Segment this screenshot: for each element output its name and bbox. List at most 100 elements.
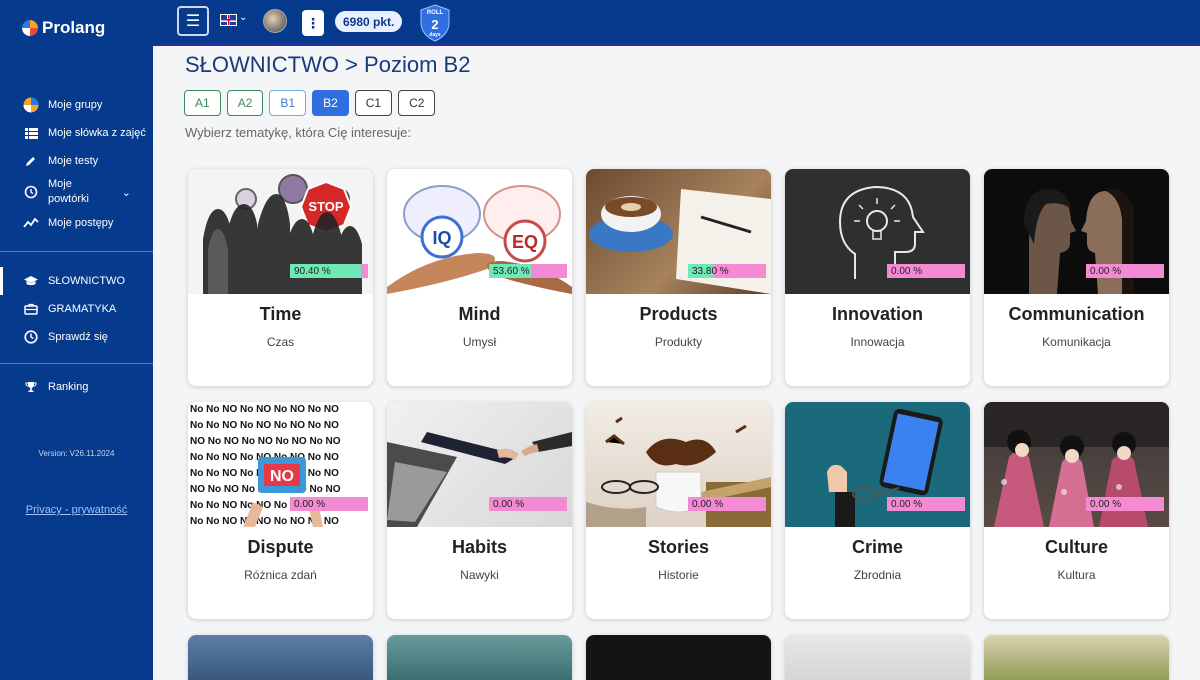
hamburger-menu-button[interactable]: ☰ bbox=[177, 6, 209, 36]
level-button-b2[interactable]: B2 bbox=[312, 90, 349, 116]
progress-badge: 0.00 % bbox=[887, 497, 965, 511]
topic-card-partial[interactable] bbox=[586, 635, 771, 680]
topic-translation: Komunikacja bbox=[1042, 335, 1111, 349]
roll-value: 2 bbox=[431, 17, 439, 32]
svg-text:No No NO No NO No NO No NO: No No NO No NO No NO No NO bbox=[190, 404, 339, 415]
topic-image-culture: 0.00 % bbox=[984, 402, 1169, 527]
sidebar-item-moje-postepy[interactable]: Moje postępy bbox=[0, 209, 153, 237]
topic-image-stories: 0.00 % bbox=[586, 402, 771, 527]
level-button-a1[interactable]: A1 bbox=[184, 90, 221, 116]
sidebar-item-moje-grupy[interactable]: Moje grupy bbox=[0, 91, 153, 119]
topic-name: Innovation bbox=[832, 304, 923, 324]
topic-name: Communication bbox=[1008, 304, 1145, 324]
logo[interactable]: Prolang bbox=[22, 18, 105, 38]
topic-image-crime: 0.00 % bbox=[785, 402, 970, 527]
level-button-c2[interactable]: C2 bbox=[398, 90, 436, 116]
topic-image-products: 33.80 % bbox=[586, 169, 771, 294]
topic-card-crime[interactable]: 0.00 % Crime Zbrodnia bbox=[785, 402, 970, 619]
sidebar-item-moje-powtorki[interactable]: Moje powtórki ⌄ bbox=[0, 175, 153, 209]
sidebar-item-moje-slowka[interactable]: Moje słówka z zajęć bbox=[0, 119, 153, 147]
roll-label: ROLL bbox=[426, 10, 444, 16]
sidebar-item-gramatyka[interactable]: GRAMATYKA bbox=[0, 295, 153, 323]
topic-translation: Różnica zdań bbox=[244, 568, 317, 582]
topic-translation: Innowacja bbox=[850, 335, 905, 349]
topic-image-communication: 0.00 % bbox=[984, 169, 1169, 294]
topic-image-time: STOP 90.40 % bbox=[188, 169, 373, 294]
topic-translation: Umysł bbox=[462, 335, 497, 349]
sidebar-item-moje-testy[interactable]: Moje testy bbox=[0, 147, 153, 175]
topic-card-dispute[interactable]: No No NO No NO No NO No NO No No NO No N… bbox=[188, 402, 373, 619]
svg-text:NO: NO bbox=[270, 468, 294, 485]
topic-name: Stories bbox=[647, 537, 710, 557]
history-icon bbox=[22, 185, 40, 199]
uk-flag-icon[interactable] bbox=[220, 14, 237, 26]
svg-text:NO No NO No NO No NO No NO: NO No NO No NO No NO No NO bbox=[190, 436, 341, 447]
svg-text:No No NO No NO No NO No NO: No No NO No NO No NO No NO bbox=[190, 420, 339, 431]
pencil-icon bbox=[22, 155, 40, 167]
topic-card-time[interactable]: STOP 90.40 % Time Czas bbox=[188, 169, 373, 386]
avatar[interactable] bbox=[263, 9, 287, 33]
topic-name: Culture bbox=[1045, 537, 1108, 557]
topic-card-partial[interactable] bbox=[785, 635, 970, 680]
topic-translation: Produkty bbox=[654, 335, 703, 349]
topic-card-habits[interactable]: 0.00 % Habits Nawyki bbox=[387, 402, 572, 619]
topic-image-partial bbox=[984, 635, 1169, 680]
topic-translation: Kultura bbox=[1057, 568, 1096, 582]
topic-image-innovation: 0.00 % bbox=[785, 169, 970, 294]
topic-card-partial[interactable] bbox=[984, 635, 1169, 680]
briefcase-icon bbox=[22, 303, 40, 315]
hamburger-icon: ☰ bbox=[185, 13, 201, 30]
sidebar-item-sprawdz-sie[interactable]: Sprawdź się bbox=[0, 323, 153, 351]
more-options-button[interactable]: ⋮ bbox=[302, 10, 324, 36]
version-text: Version: V26.11.2024 bbox=[38, 449, 115, 458]
progress-badge: 0.00 % bbox=[489, 497, 567, 511]
topic-card-mind[interactable]: IQ EQ 53.60 % Mind Umysł bbox=[387, 169, 572, 386]
topic-image-partial bbox=[586, 635, 771, 680]
svg-text:EQ: EQ bbox=[512, 232, 538, 252]
svg-text:IQ: IQ bbox=[432, 228, 451, 248]
topic-name: Mind bbox=[458, 304, 501, 324]
topic-name: Dispute bbox=[247, 537, 314, 557]
level-button-a2[interactable]: A2 bbox=[226, 90, 264, 116]
sidebar-item-ranking[interactable]: Ranking bbox=[0, 373, 153, 401]
topic-translation: Historie bbox=[658, 568, 699, 582]
topic-image-partial bbox=[188, 635, 373, 680]
roll-streak-badge: ROLL 2 days bbox=[419, 4, 451, 42]
chevron-down-icon[interactable]: ⌄ bbox=[122, 186, 131, 199]
topic-image-partial bbox=[785, 635, 970, 680]
topic-card-culture[interactable]: 0.00 % Culture Kultura bbox=[984, 402, 1169, 619]
progress-badge: 90.40 % bbox=[290, 264, 368, 278]
topic-name: Time bbox=[259, 304, 302, 324]
privacy-link[interactable]: Privacy - prywatność bbox=[0, 504, 153, 516]
sidebar-divider bbox=[0, 363, 153, 364]
level-button-c1[interactable]: C1 bbox=[354, 90, 393, 116]
sidebar-divider bbox=[0, 251, 153, 252]
topic-card-stories[interactable]: 0.00 % Stories Historie bbox=[586, 402, 771, 619]
sidebar: Prolang Moje grupy Moje słówka z zajęć M… bbox=[0, 0, 153, 680]
clock-icon bbox=[22, 330, 40, 344]
trophy-icon bbox=[22, 381, 40, 393]
groups-icon bbox=[22, 97, 40, 113]
topic-image-dispute: No No NO No NO No NO No NO No No NO No N… bbox=[188, 402, 373, 527]
topic-translation: Zbrodnia bbox=[853, 568, 902, 582]
topic-card-communication[interactable]: 0.00 % Communication Komunikacja bbox=[984, 169, 1169, 386]
sidebar-sections: SŁOWNICTWO GRAMATYKA Sprawdź się bbox=[0, 267, 153, 351]
topic-card-partial[interactable] bbox=[188, 635, 373, 680]
topic-card-partial[interactable] bbox=[387, 635, 572, 680]
roll-unit: days bbox=[429, 32, 441, 38]
topic-card-products[interactable]: 33.80 % Products Produkty bbox=[586, 169, 771, 386]
sidebar-ranking: Ranking bbox=[0, 373, 153, 401]
topic-image-habits: 0.00 % bbox=[387, 402, 572, 527]
chevron-down-icon[interactable]: ⌄ bbox=[239, 12, 247, 23]
level-button-b1[interactable]: B1 bbox=[269, 90, 307, 116]
sidebar-nav: Moje grupy Moje słówka z zajęć Moje test… bbox=[0, 91, 153, 237]
topic-prompt: Wybierz tematykę, która Cię interesuje: bbox=[185, 125, 412, 140]
prolang-logo-icon bbox=[22, 20, 38, 36]
page-title: SŁOWNICTWO > Poziom B2 bbox=[185, 52, 471, 77]
main-content: SŁOWNICTWO > Poziom B2 A1 A2 B1 B2 C1 C2… bbox=[153, 49, 1200, 680]
progress-badge: 0.00 % bbox=[887, 264, 965, 278]
list-icon bbox=[22, 127, 40, 139]
sidebar-item-slownictwo[interactable]: SŁOWNICTWO bbox=[0, 267, 153, 295]
topic-card-innovation[interactable]: 0.00 % Innovation Innowacja bbox=[785, 169, 970, 386]
progress-badge: 53.60 % bbox=[489, 264, 567, 278]
